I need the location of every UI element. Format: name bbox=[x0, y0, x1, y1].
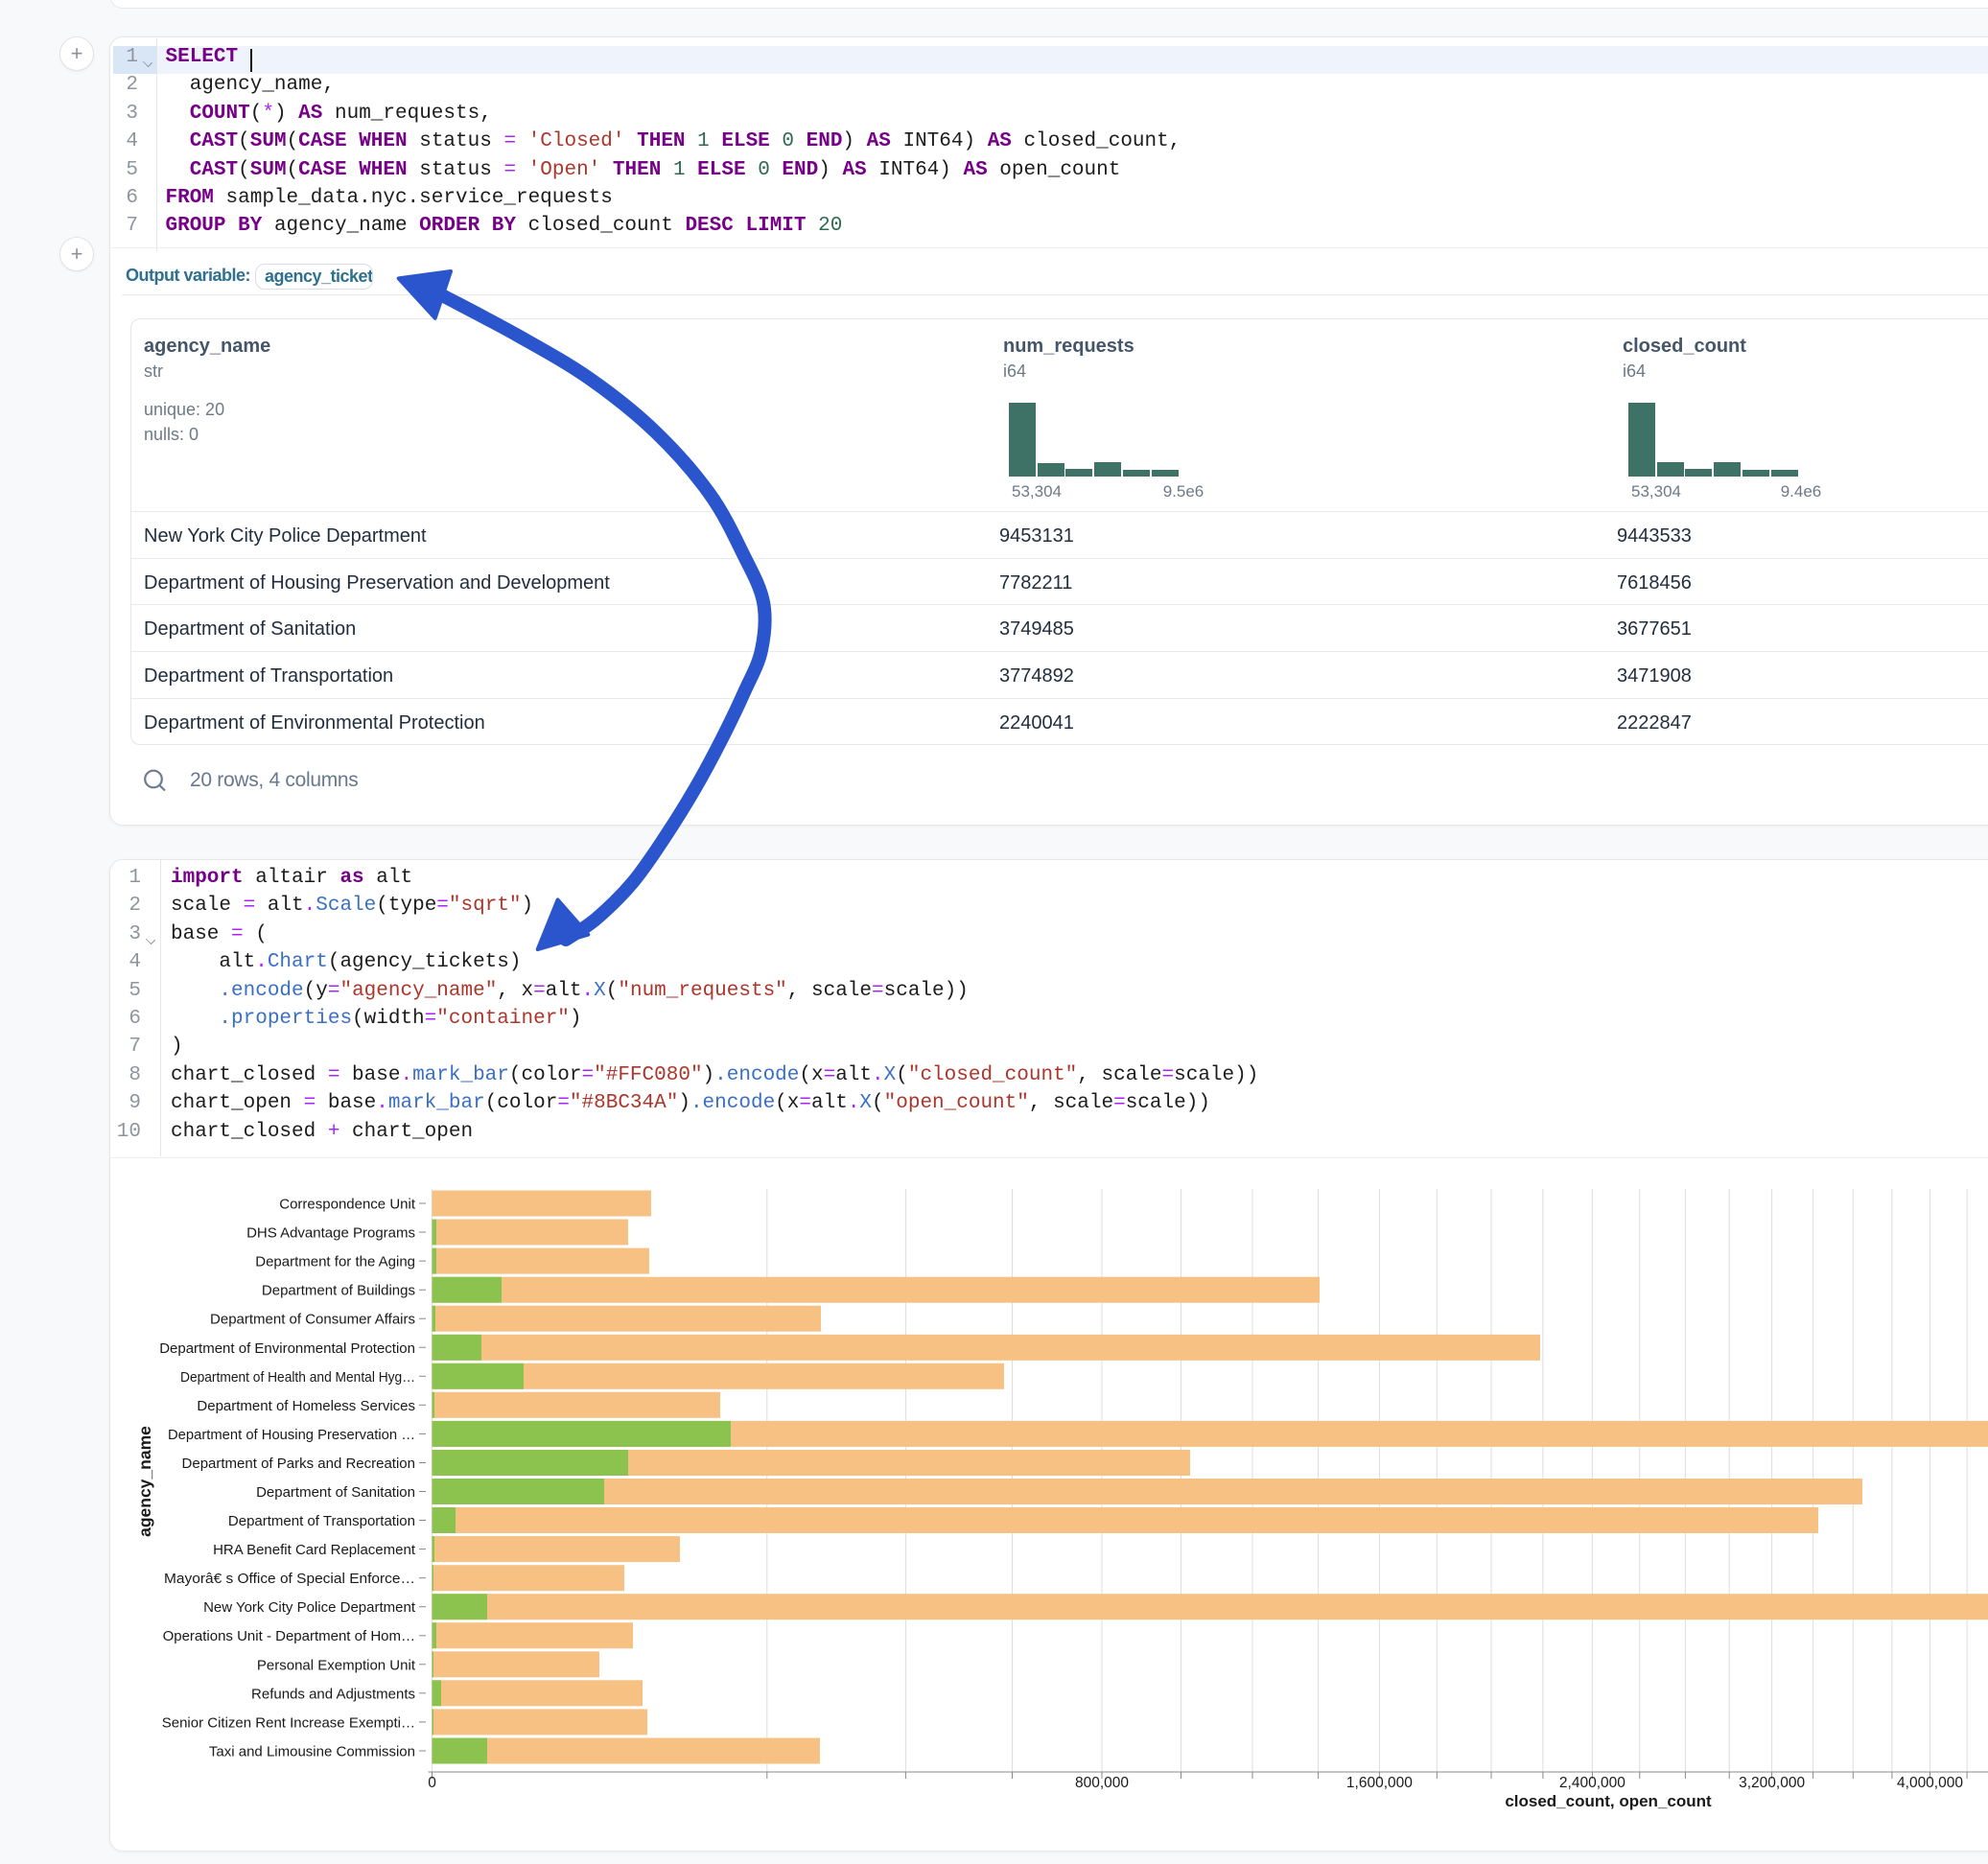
svg-text:Operations Unit - Department o: Operations Unit - Department of Hom… bbox=[163, 1628, 415, 1644]
svg-text:Refunds and Adjustments: Refunds and Adjustments bbox=[251, 1686, 415, 1702]
svg-text:1,600,000: 1,600,000 bbox=[1346, 1775, 1413, 1791]
svg-text:Department for the Aging: Department for the Aging bbox=[255, 1254, 415, 1270]
svg-text:DHS Advantage Programs: DHS Advantage Programs bbox=[246, 1225, 415, 1242]
svg-text:Department of Environmental Pr: Department of Environmental Protection bbox=[159, 1340, 415, 1357]
svg-text:Correspondence Unit: Correspondence Unit bbox=[279, 1197, 416, 1213]
svg-text:2,400,000: 2,400,000 bbox=[1559, 1775, 1625, 1791]
svg-text:800,000: 800,000 bbox=[1075, 1775, 1129, 1791]
svg-text:agency_name: agency_name bbox=[135, 1426, 154, 1537]
svg-text:Senior Citizen Rent Increase E: Senior Citizen Rent Increase Exempti… bbox=[162, 1714, 415, 1731]
svg-text:Department of Buildings: Department of Buildings bbox=[262, 1283, 415, 1299]
svg-text:3,200,000: 3,200,000 bbox=[1739, 1775, 1805, 1791]
svg-text:Personal Exemption Unit: Personal Exemption Unit bbox=[257, 1657, 416, 1673]
svg-text:HRA Benefit Card Replacement: HRA Benefit Card Replacement bbox=[213, 1542, 416, 1558]
svg-text:New York City Police Departmen: New York City Police Department bbox=[203, 1599, 416, 1616]
svg-text:Department of Sanitation: Department of Sanitation bbox=[256, 1484, 415, 1501]
svg-text:closed_count, open_count: closed_count, open_count bbox=[1505, 1792, 1712, 1810]
svg-text:Department of Health and Menta: Department of Health and Mental Hyg… bbox=[180, 1369, 415, 1386]
svg-text:0: 0 bbox=[428, 1775, 436, 1791]
svg-text:Department of Housing Preserva: Department of Housing Preservation … bbox=[168, 1427, 415, 1443]
svg-text:Mayorâ€ s Office of Special En: Mayorâ€ s Office of Special Enforce… bbox=[164, 1571, 415, 1587]
svg-text:Taxi and Limousine Commission: Taxi and Limousine Commission bbox=[209, 1744, 415, 1760]
svg-text:Department of Parks and Recrea: Department of Parks and Recreation bbox=[182, 1456, 415, 1472]
svg-text:Department of Homeless Service: Department of Homeless Services bbox=[197, 1398, 415, 1414]
svg-text:Department of Consumer Affairs: Department of Consumer Affairs bbox=[210, 1312, 415, 1328]
svg-text:Department of Transportation: Department of Transportation bbox=[228, 1513, 415, 1529]
svg-text:4,000,000: 4,000,000 bbox=[1897, 1775, 1963, 1791]
